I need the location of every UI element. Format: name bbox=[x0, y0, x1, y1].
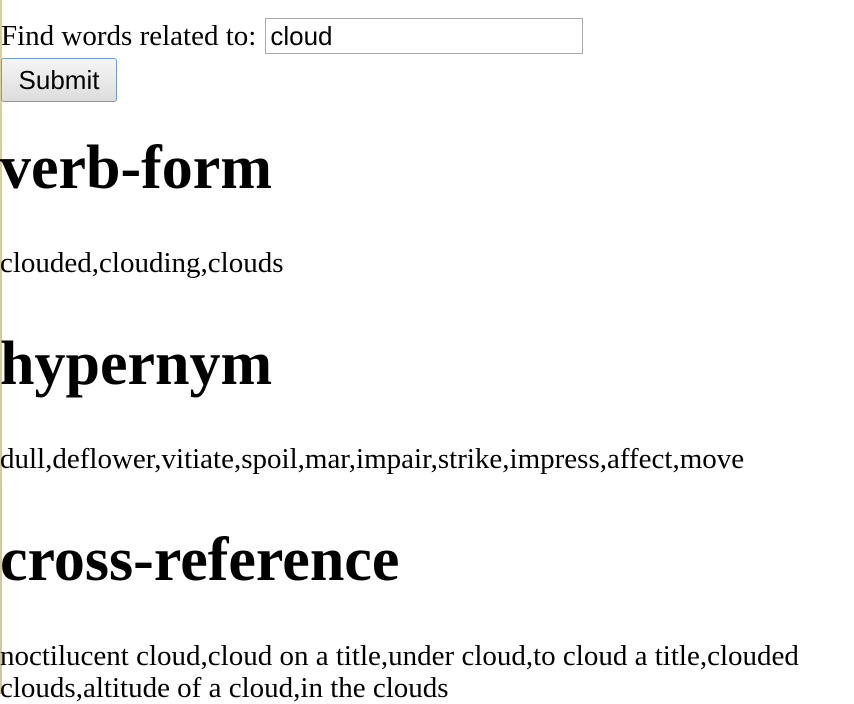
submit-button[interactable]: Submit bbox=[1, 58, 117, 102]
cross-reference-words-line-1: noctilucent cloud,cloud on a title,under… bbox=[0, 640, 799, 672]
verb-form-words: clouded,clouding,clouds bbox=[0, 247, 284, 279]
section-heading-verb-form: verb-form bbox=[0, 134, 272, 202]
section-heading-hypernym: hypernym bbox=[0, 330, 273, 398]
search-label: Find words related to: bbox=[1, 20, 257, 52]
cross-reference-words-line-2: clouds,altitude of a cloud,in the clouds bbox=[0, 672, 449, 704]
search-row: Find words related to: bbox=[1, 14, 584, 58]
search-input[interactable] bbox=[265, 18, 584, 54]
section-heading-cross-reference: cross-reference bbox=[0, 526, 400, 594]
hypernym-words: dull,deflower,vitiate,spoil,mar,impair,s… bbox=[0, 443, 745, 475]
cross-reference-words: noctilucent cloud,cloud on a title,under… bbox=[0, 640, 854, 704]
